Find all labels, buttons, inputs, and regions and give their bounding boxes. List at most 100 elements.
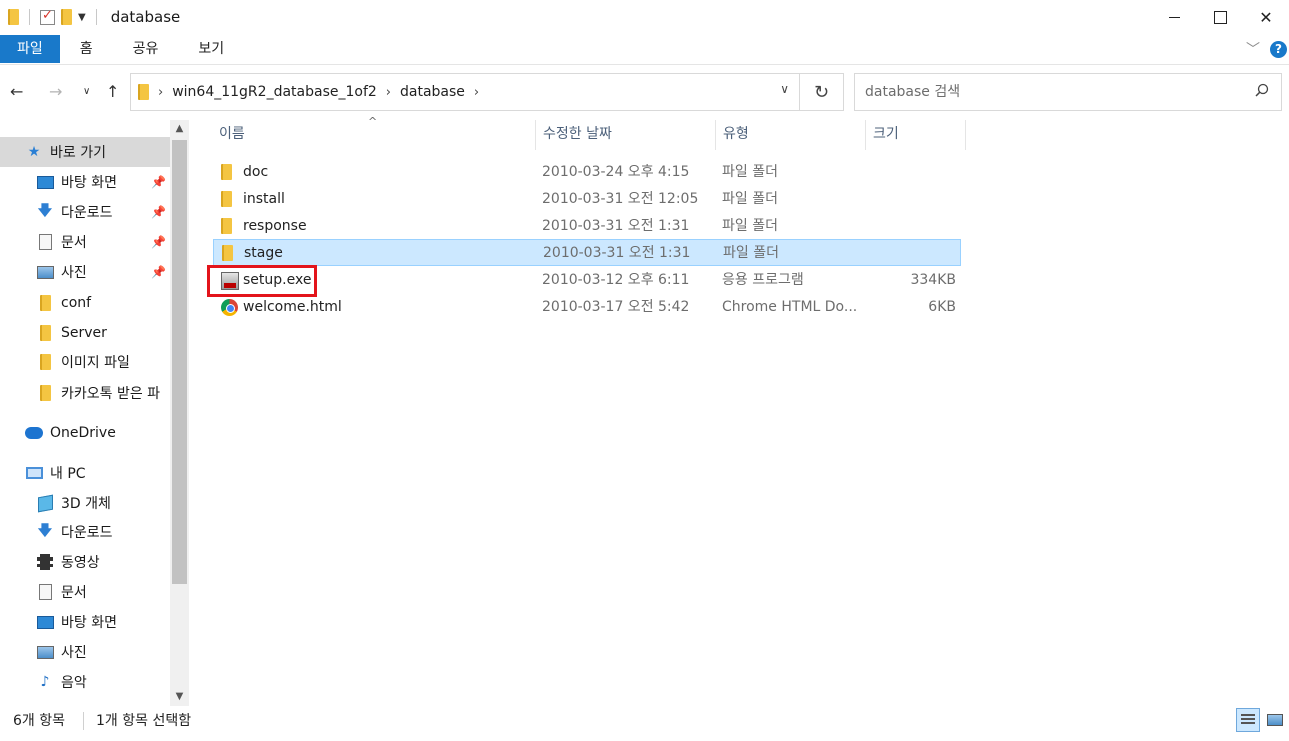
folder-icon	[221, 218, 232, 234]
nav-item-downloads-pc[interactable]: 🡇 다운로드	[0, 517, 170, 547]
tab-file[interactable]: 파일	[0, 35, 60, 63]
folder-icon	[39, 295, 51, 311]
file-row-doc[interactable]: doc 2010-03-24 오후 4:15 파일 폴더	[213, 159, 961, 186]
nav-item-videos[interactable]: 동영상	[0, 547, 170, 577]
properties-icon[interactable]	[40, 8, 55, 25]
pin-icon[interactable]: 📌	[151, 175, 166, 189]
up-button[interactable]: ↑	[106, 78, 119, 106]
breadcrumb-separator-icon[interactable]: ›	[158, 85, 163, 100]
nav-item-documents-pc[interactable]: 문서	[0, 577, 170, 607]
breadcrumb-separator-icon[interactable]: ›	[386, 85, 391, 100]
nav-item-desktop-pc[interactable]: 바탕 화면	[0, 607, 170, 637]
nav-label: conf	[61, 295, 92, 311]
close-button[interactable]: ✕	[1243, 0, 1289, 34]
file-row-stage[interactable]: stage 2010-03-31 오전 1:31 파일 폴더	[213, 239, 961, 266]
large-icons-view-button[interactable]	[1263, 708, 1287, 732]
tab-home[interactable]: 홈	[60, 35, 113, 63]
nav-item-onedrive[interactable]: OneDrive	[0, 418, 170, 448]
close-icon: ✕	[1259, 7, 1273, 27]
file-size	[864, 240, 957, 267]
file-type: 파일 폴더	[723, 245, 779, 261]
breadcrumb-item[interactable]: win64_11gR2_database_1of2	[172, 84, 377, 100]
pictures-icon	[36, 645, 54, 659]
desktop-icon	[36, 615, 54, 629]
address-dropdown-chevron-icon[interactable]: ∨	[780, 82, 789, 96]
pin-icon[interactable]: 📌	[151, 265, 166, 279]
new-folder-icon[interactable]	[61, 9, 72, 25]
folder-icon	[138, 84, 149, 100]
window-title: database	[110, 8, 181, 26]
file-row-setup-exe[interactable]: setup.exe 2010-03-12 오후 6:11 응용 프로그램 334…	[213, 267, 961, 294]
pin-icon[interactable]: 📌	[151, 205, 166, 219]
nav-scrollbar[interactable]: ▲ ▼	[170, 120, 189, 706]
nav-item-image-files[interactable]: 이미지 파일	[0, 347, 170, 377]
nav-label: 다운로드	[61, 205, 113, 221]
nav-item-kakaotalk[interactable]: 카카오톡 받은 파	[0, 378, 170, 408]
tab-view[interactable]: 보기	[178, 35, 244, 63]
divider	[83, 712, 84, 730]
file-row-welcome-html[interactable]: welcome.html 2010-03-17 오전 5:42 Chrome H…	[213, 294, 961, 321]
customize-toolbar-dropdown[interactable]: ▼	[78, 12, 86, 23]
search-icon[interactable]	[1255, 83, 1269, 97]
file-row-install[interactable]: install 2010-03-31 오전 12:05 파일 폴더	[213, 186, 961, 213]
nav-item-downloads[interactable]: 🡇 다운로드 📌	[0, 197, 170, 227]
nav-label: 바탕 화면	[61, 175, 117, 191]
folder-icon	[221, 191, 232, 207]
back-button[interactable]: ←	[10, 78, 23, 106]
expand-ribbon-chevron-icon[interactable]: ﹀	[1246, 39, 1260, 59]
nav-item-music[interactable]: ♪ 음악	[0, 667, 170, 697]
column-header-date[interactable]: 수정한 날짜	[535, 120, 715, 148]
document-icon	[38, 234, 52, 250]
breadcrumb-item[interactable]: database	[400, 84, 465, 100]
breadcrumb-separator-icon[interactable]: ›	[474, 85, 479, 100]
nav-item-3d-objects[interactable]: 3D 개체	[0, 488, 170, 518]
file-date: 2010-03-31 오전 12:05	[542, 191, 699, 207]
nav-label: 문서	[61, 585, 87, 601]
quick-access-toolbar: ▼ database	[0, 0, 180, 34]
file-name: install	[243, 191, 285, 207]
nav-item-server[interactable]: Server	[0, 318, 170, 348]
file-name: stage	[244, 245, 283, 261]
folder-icon	[222, 245, 233, 261]
nav-item-documents[interactable]: 문서 📌	[0, 227, 170, 257]
search-input[interactable]	[865, 84, 1235, 100]
title-bar: ▼ database ✕	[0, 0, 1289, 34]
nav-label: 내 PC	[50, 466, 86, 482]
nav-item-this-pc[interactable]: 내 PC	[0, 458, 170, 488]
pin-icon[interactable]: 📌	[151, 235, 166, 249]
nav-item-pictures-pc[interactable]: 사진	[0, 637, 170, 667]
details-view-button[interactable]	[1236, 708, 1260, 732]
scroll-up-icon[interactable]: ▲	[170, 120, 189, 138]
nav-item-pictures[interactable]: 사진 📌	[0, 257, 170, 287]
status-bar: 6개 항목 1개 항목 선택함	[0, 706, 1289, 741]
file-type: 파일 폴더	[722, 164, 778, 180]
maximize-button[interactable]	[1197, 0, 1243, 34]
scroll-down-icon[interactable]: ▼	[170, 688, 189, 706]
search-box[interactable]	[854, 73, 1282, 111]
details-view-icon	[1241, 714, 1255, 726]
folder-icon	[39, 325, 51, 341]
column-header-size[interactable]: 크기	[865, 120, 965, 148]
scrollbar-thumb[interactable]	[172, 140, 187, 584]
minimize-button[interactable]	[1151, 0, 1197, 34]
nav-label: 다운로드	[61, 525, 113, 541]
forward-button[interactable]: →	[49, 78, 62, 106]
nav-quick-access[interactable]: ★ 바로 가기	[0, 137, 170, 167]
refresh-button[interactable]: ↻	[800, 73, 844, 111]
file-size: 6KB	[928, 299, 956, 315]
computer-icon	[25, 467, 43, 479]
refresh-icon: ↻	[813, 81, 830, 103]
nav-item-conf[interactable]: conf	[0, 288, 170, 318]
tab-share[interactable]: 공유	[113, 35, 179, 63]
column-header-name[interactable]: 이름	[211, 120, 531, 148]
nav-label: 이미지 파일	[61, 355, 130, 371]
address-bar[interactable]: › win64_11gR2_database_1of2 › database ›…	[130, 73, 800, 111]
file-list: ^ 이름 수정한 날짜 유형 크기 doc 2010-03-24 오후 4:15…	[190, 115, 1289, 706]
column-divider[interactable]	[965, 120, 966, 150]
help-icon[interactable]: ?	[1270, 40, 1287, 58]
nav-item-desktop[interactable]: 바탕 화면 📌	[0, 167, 170, 197]
recent-locations-dropdown[interactable]: ∨	[83, 78, 90, 106]
column-header-type[interactable]: 유형	[715, 120, 865, 148]
nav-label: 사진	[61, 645, 87, 661]
file-row-response[interactable]: response 2010-03-31 오전 1:31 파일 폴더	[213, 213, 961, 240]
